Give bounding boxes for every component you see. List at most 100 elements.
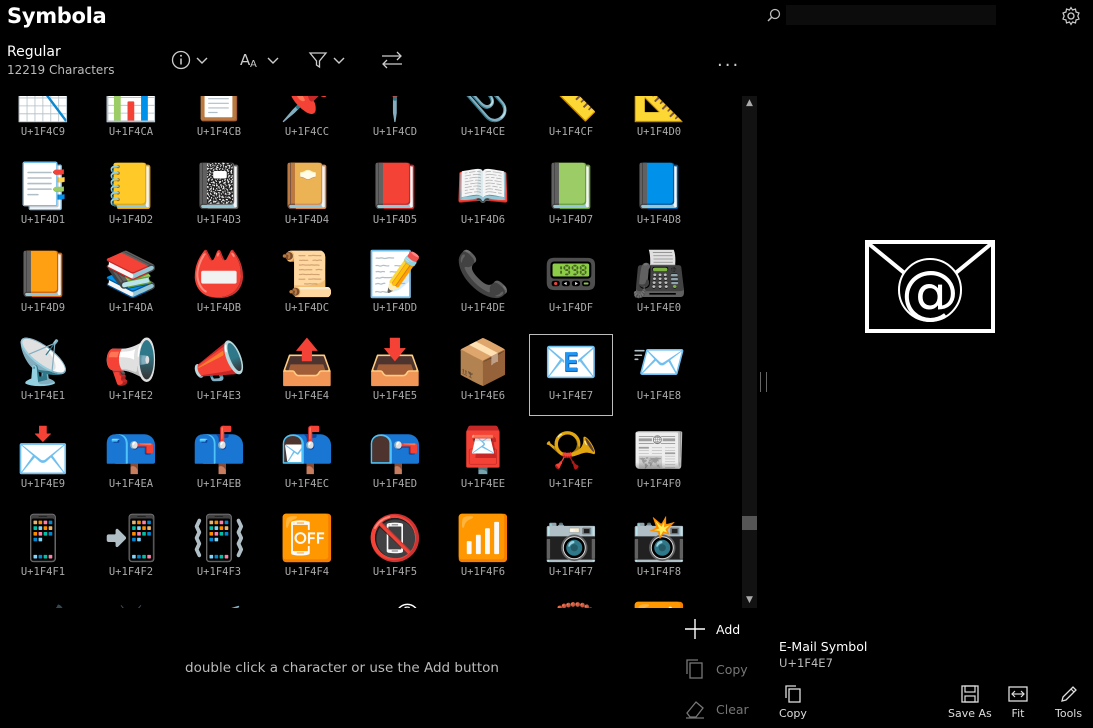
character-cell[interactable]: 📑 U+1F4D1 xyxy=(1,158,85,240)
plus-icon xyxy=(685,619,705,639)
copy-sequence-button[interactable]: Copy xyxy=(684,658,748,680)
character-glyph: 🔀 xyxy=(617,602,701,609)
character-glyph: 📞 xyxy=(455,249,511,300)
character-cell[interactable]: 📘 U+1F4D8 xyxy=(617,158,701,240)
character-cell[interactable]: 📿 xyxy=(529,598,613,609)
character-cell[interactable]: 📛 U+1F4DB xyxy=(177,246,261,328)
character-grid[interactable]: 📉 U+1F4C9 📊 U+1F4CA 📋 U+1F4CB 📌 U+1F4CC 📍 U+1F4CD… xyxy=(0,96,740,608)
scroll-up-arrow[interactable]: ▲ xyxy=(742,96,757,110)
character-cell[interactable]: 🔀 xyxy=(617,598,701,609)
character-glyph: 📺 xyxy=(89,602,173,609)
character-code: U+1F4C9 xyxy=(20,126,66,138)
character-cell[interactable]: 📍 U+1F4CD xyxy=(353,96,437,152)
character-glyph: 📑 xyxy=(15,161,71,212)
character-cell[interactable]: 📠 U+1F4E0 xyxy=(617,246,701,328)
compare-button[interactable] xyxy=(380,46,404,74)
character-glyph: 📎 xyxy=(455,96,511,124)
save-as-button[interactable]: Save As xyxy=(948,684,992,720)
character-glyph: 📕 xyxy=(367,161,423,212)
character-cell[interactable]: 📭 U+1F4ED xyxy=(353,422,437,504)
character-code: U+1F4D1 xyxy=(20,214,66,226)
character-cell[interactable]: 📢 U+1F4E2 xyxy=(89,334,173,416)
filter-button[interactable] xyxy=(308,46,346,74)
fit-width-icon xyxy=(1008,686,1028,702)
character-cell[interactable]: 📐 U+1F4D0 xyxy=(617,96,701,152)
copy-character-button[interactable]: Copy xyxy=(779,684,807,720)
add-button[interactable]: Add xyxy=(684,618,740,640)
character-cell[interactable]: 📫 U+1F4EB xyxy=(177,422,261,504)
character-cell[interactable]: 📹 xyxy=(1,598,85,609)
more-options-button[interactable]: ... xyxy=(717,50,740,71)
fit-button[interactable]: Fit xyxy=(1008,684,1028,720)
grid-scrollbar[interactable] xyxy=(742,96,757,608)
info-button[interactable] xyxy=(171,46,209,74)
character-code: U+1F4F2 xyxy=(108,566,154,578)
character-cell[interactable]: 📗 U+1F4D7 xyxy=(529,158,613,240)
character-cell[interactable]: 📝 U+1F4DD xyxy=(353,246,437,328)
character-cell[interactable]: 📚 U+1F4DA xyxy=(89,246,173,328)
character-cell[interactable]: 📯 U+1F4EF xyxy=(529,422,613,504)
character-cell[interactable]: 📽 xyxy=(353,598,437,609)
character-cell[interactable]: 📕 U+1F4D5 xyxy=(353,158,437,240)
character-cell[interactable]: 📺 xyxy=(89,598,173,609)
character-cell[interactable]: 📻 xyxy=(177,598,261,609)
clear-label: Clear xyxy=(716,701,749,717)
character-cell[interactable]: 📪 U+1F4EA xyxy=(89,422,173,504)
character-cell[interactable]: 📟 U+1F4DF xyxy=(529,246,613,328)
character-cell[interactable]: 📩 U+1F4E9 xyxy=(1,422,85,504)
character-cell[interactable]: 📳 U+1F4F3 xyxy=(177,510,261,592)
character-cell[interactable]: 📔 U+1F4D4 xyxy=(265,158,349,240)
character-cell[interactable]: 📞 U+1F4DE xyxy=(441,246,525,328)
character-cell[interactable]: 📷 U+1F4F7 xyxy=(529,510,613,592)
character-cell[interactable]: 📉 U+1F4C9 xyxy=(1,96,85,152)
character-cell[interactable]: 📊 U+1F4CA xyxy=(89,96,173,152)
character-cell[interactable]: 📥 U+1F4E5 xyxy=(353,334,437,416)
character-cell[interactable]: 📧 U+1F4E7 xyxy=(529,334,613,416)
character-glyph: 📯 xyxy=(543,425,599,476)
gear-icon[interactable] xyxy=(1061,6,1081,26)
character-cell[interactable]: 📰 U+1F4F0 xyxy=(617,422,701,504)
character-cell[interactable]: 📲 U+1F4F2 xyxy=(89,510,173,592)
character-cell[interactable]: 📋 U+1F4CB xyxy=(177,96,261,152)
character-glyph: 📔 xyxy=(279,161,335,212)
character-cell[interactable]: 📏 U+1F4CF xyxy=(529,96,613,152)
character-cell[interactable]: 📓 U+1F4D3 xyxy=(177,158,261,240)
scroll-down-arrow[interactable]: ▼ xyxy=(742,593,757,607)
character-cell[interactable]: 📡 U+1F4E1 xyxy=(1,334,85,416)
character-cell[interactable]: 📮 U+1F4EE xyxy=(441,422,525,504)
scrollbar-thumb[interactable] xyxy=(742,516,757,530)
character-cell[interactable]: 📱 U+1F4F1 xyxy=(1,510,85,592)
character-cell[interactable]: 📵 U+1F4F5 xyxy=(353,510,437,592)
character-cell[interactable]: 📼 xyxy=(265,598,349,609)
character-cell[interactable]: 📣 U+1F4E3 xyxy=(177,334,261,416)
character-glyph: 📉 xyxy=(15,96,71,124)
pane-splitter[interactable] xyxy=(760,372,767,392)
character-cell[interactable]: 📙 U+1F4D9 xyxy=(1,246,85,328)
character-glyph: 📿 xyxy=(529,602,613,609)
tools-button[interactable]: Tools xyxy=(1055,684,1082,720)
font-size-button[interactable]: AA xyxy=(240,46,280,74)
character-glyph: 📮 xyxy=(455,425,511,476)
character-cell[interactable]: 📨 U+1F4E8 xyxy=(617,334,701,416)
clear-button[interactable]: Clear xyxy=(684,698,749,720)
character-cell[interactable]: 📤 U+1F4E4 xyxy=(265,334,349,416)
fit-label: Fit xyxy=(1011,707,1025,720)
font-weight-label[interactable]: Regular xyxy=(7,44,61,60)
character-glyph: 📻 xyxy=(177,602,261,609)
character-cell[interactable]: 📴 U+1F4F4 xyxy=(265,510,349,592)
search-input[interactable] xyxy=(786,5,996,25)
character-cell[interactable]: 📦 U+1F4E6 xyxy=(441,334,525,416)
character-cell[interactable]: 📸 U+1F4F8 xyxy=(617,510,701,592)
character-cell[interactable]: 📎 U+1F4CE xyxy=(441,96,525,152)
character-glyph: 📥 xyxy=(367,337,423,388)
character-cell[interactable]: 📒 U+1F4D2 xyxy=(89,158,173,240)
character-cell[interactable]: 📾 xyxy=(441,598,525,609)
character-code: U+1F4D8 xyxy=(636,214,682,226)
character-cell[interactable]: 📜 U+1F4DC xyxy=(265,246,349,328)
character-cell[interactable]: 📶 U+1F4F6 xyxy=(441,510,525,592)
character-cell[interactable]: 📖 U+1F4D6 xyxy=(441,158,525,240)
character-glyph: 📦 xyxy=(455,337,511,388)
character-cell[interactable]: 📬 U+1F4EC xyxy=(265,422,349,504)
character-glyph: 📢 xyxy=(103,337,159,388)
character-cell[interactable]: 📌 U+1F4CC xyxy=(265,96,349,152)
